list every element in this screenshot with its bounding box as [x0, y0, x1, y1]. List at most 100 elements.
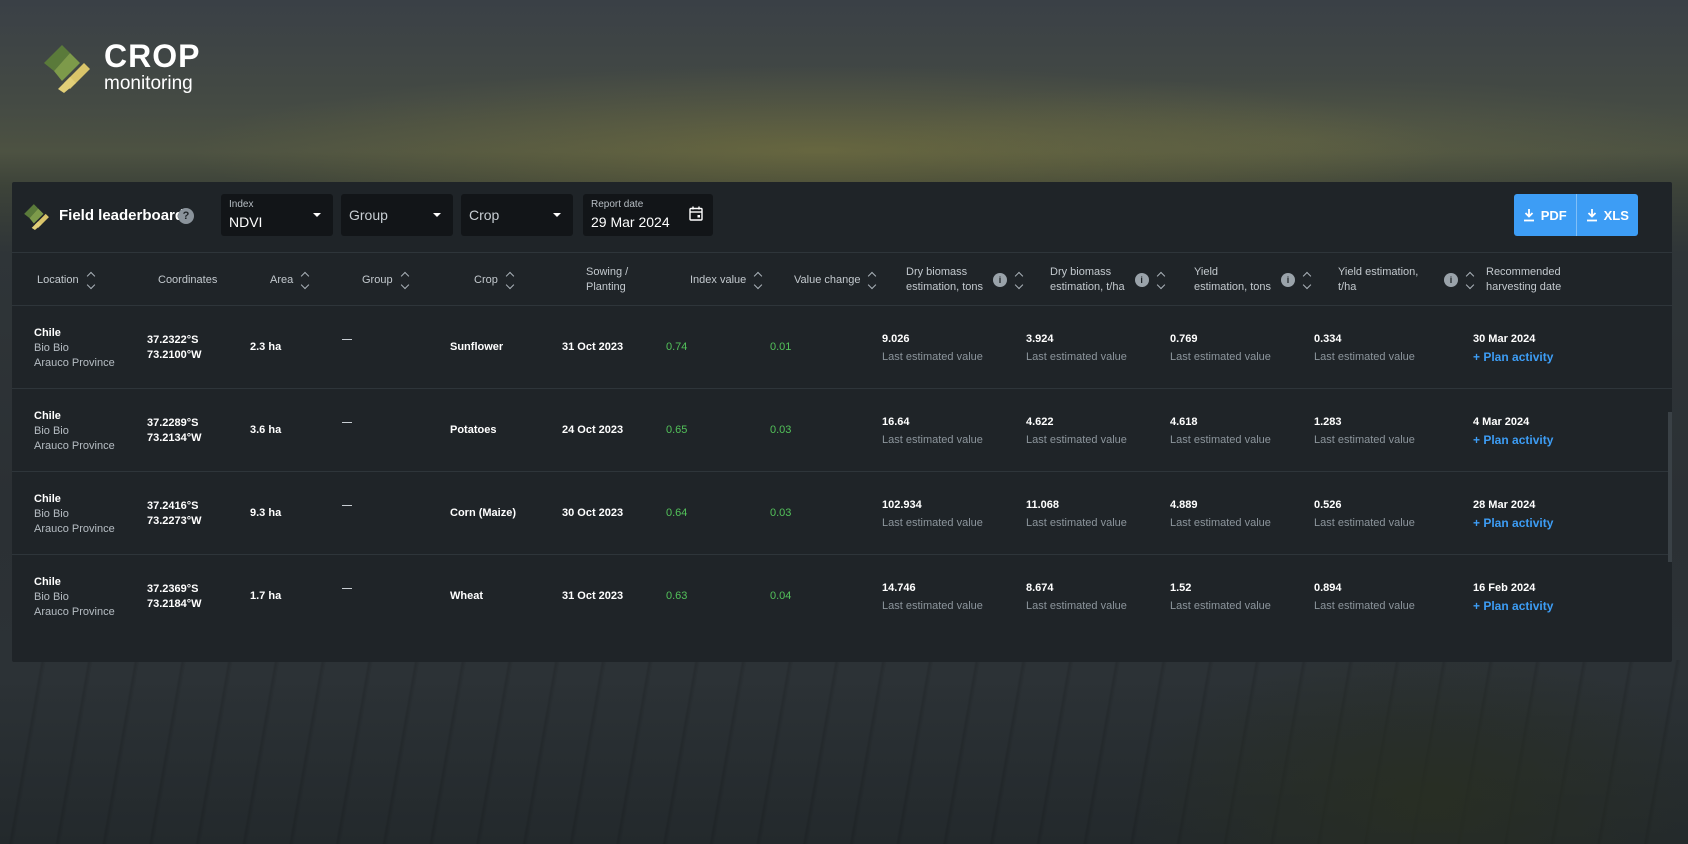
location-region: Bio Bio [34, 591, 69, 603]
col-sowing: Sowing / Planting [586, 253, 628, 307]
estimate-note: Last estimated value [1170, 351, 1271, 363]
index-value-cell: 0.64 [666, 507, 688, 519]
col-index-value[interactable]: Index value [690, 253, 763, 307]
harvest-date: 16 Feb 2024 [1473, 582, 1536, 594]
yield-tha-cell: 0.894 Last estimated value [1314, 581, 1415, 614]
col-yield-tons[interactable]: Yield estimation, tons i [1194, 253, 1312, 307]
col-value-change[interactable]: Value change [794, 253, 877, 307]
info-icon[interactable]: i [1134, 273, 1149, 287]
yield-tha-value: 0.526 [1314, 499, 1342, 511]
coordinates-cell: 37.2369°S 73.2184°W [147, 582, 202, 612]
area-cell: 1.7 ha [250, 590, 282, 602]
report-date-label: Report date [591, 199, 644, 210]
crop-dropdown[interactable]: Crop [461, 194, 573, 236]
value-change-cell: 0.04 [770, 590, 792, 602]
harvest-date: 30 Mar 2024 [1473, 333, 1536, 345]
dry-biomass-tons-value: 14.746 [882, 582, 916, 594]
col-dry-biomass-tha[interactable]: Dry biomass estimation, t/ha i [1050, 253, 1165, 307]
group-dropdown-placeholder: Group [349, 207, 388, 223]
info-icon[interactable]: i [1281, 273, 1296, 287]
coordinates-cell: 37.2416°S 73.2273°W [147, 499, 202, 529]
info-icon[interactable]: i [1444, 273, 1458, 287]
sowing-date-cell: 24 Oct 2023 [562, 424, 624, 436]
group-dropdown[interactable]: Group [341, 194, 453, 236]
col-area[interactable]: Area [270, 253, 310, 307]
area-cell: 3.6 ha [250, 424, 282, 436]
crop-dropdown-placeholder: Crop [469, 207, 500, 223]
sowing-date-cell: 30 Oct 2023 [562, 507, 624, 519]
table-row[interactable]: Chile Bio Bio Arauco Province 37.2369°S … [12, 555, 1672, 638]
leaderboard-title: Field leaderboard [59, 207, 185, 224]
value-change-cell: 0.01 [770, 341, 792, 353]
col-dry-biomass-tons[interactable]: Dry biomass estimation, tons i [906, 253, 1024, 307]
latitude: 37.2322°S [147, 334, 199, 346]
longitude: 73.2134°W [147, 432, 202, 444]
estimate-note: Last estimated value [882, 517, 983, 529]
sort-icon [400, 271, 409, 289]
col-coordinates-label: Coordinates [158, 273, 218, 286]
index-dropdown[interactable]: Index NDVI [221, 194, 333, 236]
sort-icon [301, 271, 310, 289]
col-group[interactable]: Group [362, 253, 409, 307]
estimate-note: Last estimated value [1026, 434, 1127, 446]
latitude: 37.2416°S [147, 500, 199, 512]
estimate-note: Last estimated value [1170, 434, 1271, 446]
sort-icon [868, 271, 877, 289]
download-pdf-button[interactable]: PDF [1514, 194, 1576, 236]
group-empty-dash [342, 505, 352, 506]
info-icon[interactable]: i [993, 273, 1008, 287]
yield-tons-value: 4.618 [1170, 416, 1198, 428]
location-cell: Chile Bio Bio Arauco Province [34, 575, 115, 620]
download-xls-button[interactable]: XLS [1575, 194, 1639, 236]
crop-cell: Potatoes [450, 424, 497, 436]
yield-tha-value: 0.894 [1314, 582, 1342, 594]
crop-cell: Wheat [450, 590, 483, 602]
table-row[interactable]: Chile Bio Bio Arauco Province 37.2322°S … [12, 306, 1672, 389]
location-country: Chile [34, 327, 61, 339]
coordinates-cell: 37.2289°S 73.2134°W [147, 416, 202, 446]
index-dropdown-label: Index [229, 199, 254, 210]
crop-small-logo-icon [24, 204, 49, 230]
crop-logo-icon [44, 44, 90, 93]
table-row[interactable]: Chile Bio Bio Arauco Province 37.2416°S … [12, 472, 1672, 555]
plan-activity-link[interactable]: + Plan activity [1473, 433, 1553, 448]
col-location[interactable]: Location [37, 253, 95, 307]
estimate-note: Last estimated value [882, 600, 983, 612]
latitude: 37.2289°S [147, 417, 199, 429]
leaderboard-toolbar: Field leaderboard ? Index NDVI Group Cro… [12, 182, 1672, 252]
dry-biomass-tha-value: 3.924 [1026, 333, 1054, 345]
yield-tons-value: 1.52 [1170, 582, 1192, 594]
crop-monitoring-logo[interactable]: CROP monitoring [40, 40, 200, 93]
col-yield-tha[interactable]: Yield estimation, t/ha i [1338, 253, 1475, 307]
col-crop[interactable]: Crop [474, 253, 515, 307]
col-dry-tons-label-2: estimation, tons [906, 281, 984, 293]
dry-biomass-tha-cell: 8.674 Last estimated value [1026, 581, 1127, 614]
harvest-date: 4 Mar 2024 [1473, 416, 1530, 428]
table-body: Chile Bio Bio Arauco Province 37.2322°S … [12, 306, 1672, 638]
latitude: 37.2369°S [147, 583, 199, 595]
col-index-value-label: Index value [690, 273, 747, 286]
table-row[interactable]: Chile Bio Bio Arauco Province 37.2289°S … [12, 389, 1672, 472]
dry-biomass-tons-cell: 102.934 Last estimated value [882, 498, 983, 531]
report-date-picker[interactable]: Report date 29 Mar 2024 [583, 194, 713, 236]
plan-activity-link[interactable]: + Plan activity [1473, 516, 1553, 531]
sort-icon [1302, 271, 1312, 289]
location-province: Arauco Province [34, 523, 115, 535]
location-province: Arauco Province [34, 357, 115, 369]
estimate-note: Last estimated value [1314, 351, 1415, 363]
calendar-icon [689, 206, 703, 221]
plan-activity-link[interactable]: + Plan activity [1473, 599, 1553, 614]
col-dry-tons-label-1: Dry biomass [906, 266, 968, 278]
plan-activity-link[interactable]: + Plan activity [1473, 350, 1553, 365]
yield-tons-cell: 4.889 Last estimated value [1170, 498, 1271, 531]
dry-biomass-tha-cell: 3.924 Last estimated value [1026, 332, 1127, 365]
col-sowing-label-1: Sowing / [586, 266, 629, 278]
field-leaderboard-panel: Field leaderboard ? Index NDVI Group Cro… [12, 182, 1672, 662]
report-date-value: 29 Mar 2024 [591, 214, 670, 230]
horizontal-scroll-edge[interactable] [1668, 412, 1672, 562]
help-icon[interactable]: ? [178, 208, 194, 224]
col-area-label: Area [270, 273, 294, 286]
chevron-down-icon [313, 213, 321, 217]
xls-label: XLS [1603, 207, 1629, 223]
estimate-note: Last estimated value [1170, 517, 1271, 529]
